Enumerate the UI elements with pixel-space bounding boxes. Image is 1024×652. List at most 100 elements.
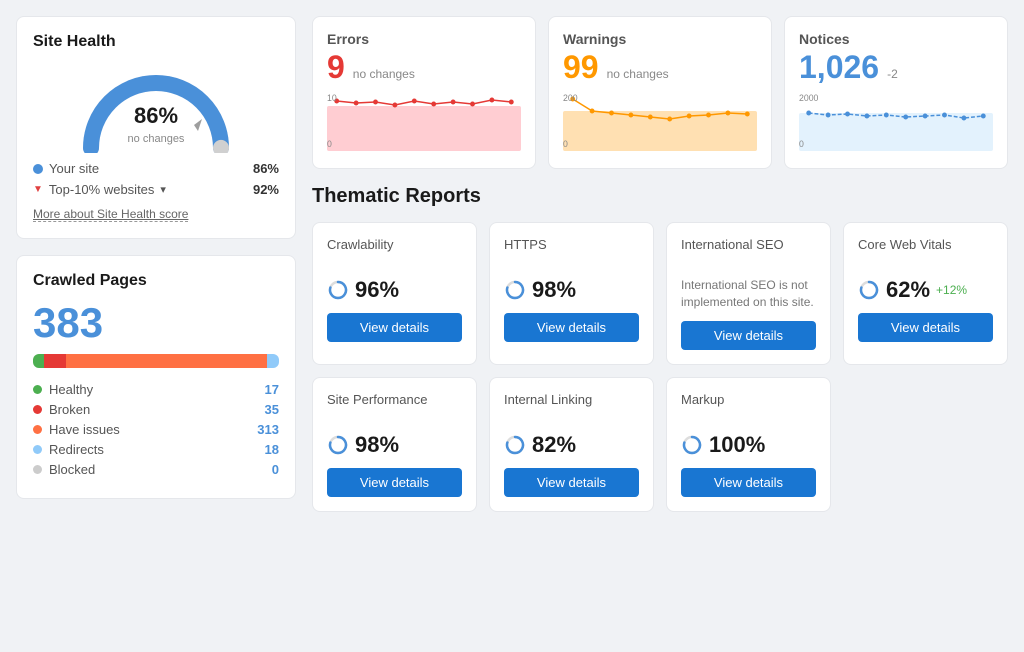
svg-text:0: 0 <box>327 139 332 149</box>
reports-top-grid: Crawlability 96% View detailsHTTPS 98% V… <box>312 222 1008 365</box>
report-name: Internal Linking <box>504 392 639 424</box>
stat-dot <box>33 445 42 454</box>
stat-label: Redirects <box>49 442 104 457</box>
your-site-dot <box>33 164 43 174</box>
your-site-label: Your site <box>49 161 99 176</box>
top10-row[interactable]: ▼ Top-10% websites ▾ 92% <box>33 182 279 197</box>
report-name: Core Web Vitals <box>858 237 993 269</box>
notices-value-row: 1,026 -2 <box>799 51 993 83</box>
report-card: Site Performance 98% View details <box>312 377 477 512</box>
stat-dot <box>33 425 42 434</box>
report-score-row: 100% <box>681 432 816 458</box>
notices-value: 1,026 <box>799 51 879 83</box>
empty-placeholder <box>843 377 1008 512</box>
view-details-button[interactable]: View details <box>327 468 462 497</box>
gauge-container: 86% no changes <box>33 63 279 153</box>
svg-text:0: 0 <box>799 139 804 149</box>
top10-val: 92% <box>253 182 279 197</box>
site-health-card: Site Health 86% no changes <box>16 16 296 239</box>
errors-card: Errors 9 no changes <box>312 16 536 169</box>
report-score-row: 82% <box>504 432 639 458</box>
stat-row: Blocked 0 <box>33 462 279 477</box>
stat-row: Redirects 18 <box>33 442 279 457</box>
report-score-row: 98% <box>327 432 462 458</box>
notices-chart: 2000 0 <box>799 91 993 151</box>
report-name: International SEO <box>681 237 816 269</box>
notices-change: -2 <box>887 67 898 81</box>
report-score: 98% <box>532 277 576 303</box>
svg-text:200: 200 <box>563 93 578 103</box>
report-card: Core Web Vitals 62% +12% View details <box>843 222 1008 365</box>
notices-card: Notices 1,026 -2 <box>784 16 1008 169</box>
warnings-card: Warnings 99 no changes <box>548 16 772 169</box>
errors-sub: no changes <box>353 67 415 81</box>
svg-text:2000: 2000 <box>799 93 818 103</box>
stat-label: Have issues <box>49 422 120 437</box>
report-name: Crawlability <box>327 237 462 269</box>
stat-dot <box>33 385 42 394</box>
metrics-row: Errors 9 no changes <box>312 16 1008 169</box>
stat-val: 18 <box>265 442 279 457</box>
view-details-button[interactable]: View details <box>858 313 993 342</box>
stat-row: Have issues 313 <box>33 422 279 437</box>
report-card: Markup 100% View details <box>666 377 831 512</box>
warnings-title: Warnings <box>563 31 757 47</box>
your-site-row: Your site 86% <box>33 161 279 176</box>
bar-healthy <box>33 354 44 368</box>
stat-val: 0 <box>272 462 279 477</box>
pages-bar <box>33 354 279 368</box>
stat-label: Broken <box>49 402 90 417</box>
gauge-no-changes: no changes <box>128 133 185 145</box>
thematic-reports-title: Thematic Reports <box>312 185 1008 208</box>
errors-value-row: 9 no changes <box>327 51 521 83</box>
score-circle-icon <box>327 279 349 301</box>
report-card: Internal Linking 82% View details <box>489 377 654 512</box>
report-score: 62% <box>886 277 930 303</box>
score-circle-icon <box>858 279 880 301</box>
score-circle-icon <box>327 434 349 456</box>
view-details-button[interactable]: View details <box>504 468 639 497</box>
site-health-title: Site Health <box>33 33 279 51</box>
report-name: HTTPS <box>504 237 639 269</box>
view-details-button[interactable]: View details <box>504 313 639 342</box>
stat-label: Healthy <box>49 382 93 397</box>
stat-val: 17 <box>265 382 279 397</box>
bar-broken <box>44 354 66 368</box>
report-score-row: 98% <box>504 277 639 303</box>
report-name: Markup <box>681 392 816 424</box>
stat-row: Healthy 17 <box>33 382 279 397</box>
report-desc: International SEO is not implemented on … <box>681 277 816 311</box>
top10-label: Top-10% websites <box>49 182 155 197</box>
errors-title: Errors <box>327 31 521 47</box>
stat-val: 35 <box>265 402 279 417</box>
score-circle-icon <box>681 434 703 456</box>
warnings-value: 99 <box>563 51 599 83</box>
gauge-center: 86% no changes <box>128 103 185 145</box>
view-details-button[interactable]: View details <box>681 468 816 497</box>
top10-arrow-icon: ▼ <box>33 184 43 195</box>
bar-redirects <box>267 354 279 368</box>
top10-dropdown-icon: ▾ <box>160 183 166 196</box>
errors-chart: 10 0 <box>327 91 521 151</box>
report-score: 82% <box>532 432 576 458</box>
view-details-button[interactable]: View details <box>327 313 462 342</box>
view-details-button[interactable]: View details <box>681 321 816 350</box>
stat-dot <box>33 405 42 414</box>
svg-text:0: 0 <box>563 139 568 149</box>
your-site-val: 86% <box>253 161 279 176</box>
report-card: Crawlability 96% View details <box>312 222 477 365</box>
stat-row: Broken 35 <box>33 402 279 417</box>
score-circle-icon <box>504 279 526 301</box>
warnings-chart: 200 0 <box>563 91 757 151</box>
report-name: Site Performance <box>327 392 462 424</box>
stat-dot <box>33 465 42 474</box>
report-score: 100% <box>709 432 765 458</box>
crawled-pages-card: Crawled Pages 383 Healthy 17 Broken 35 H… <box>16 255 296 499</box>
stats-rows: Healthy 17 Broken 35 Have issues 313 Red… <box>33 382 279 477</box>
stat-label: Blocked <box>49 462 95 477</box>
more-about-link[interactable]: More about Site Health score <box>33 207 188 222</box>
svg-text:10: 10 <box>327 93 337 103</box>
report-card: HTTPS 98% View details <box>489 222 654 365</box>
report-score-row: 62% +12% <box>858 277 993 303</box>
stat-val: 313 <box>257 422 279 437</box>
